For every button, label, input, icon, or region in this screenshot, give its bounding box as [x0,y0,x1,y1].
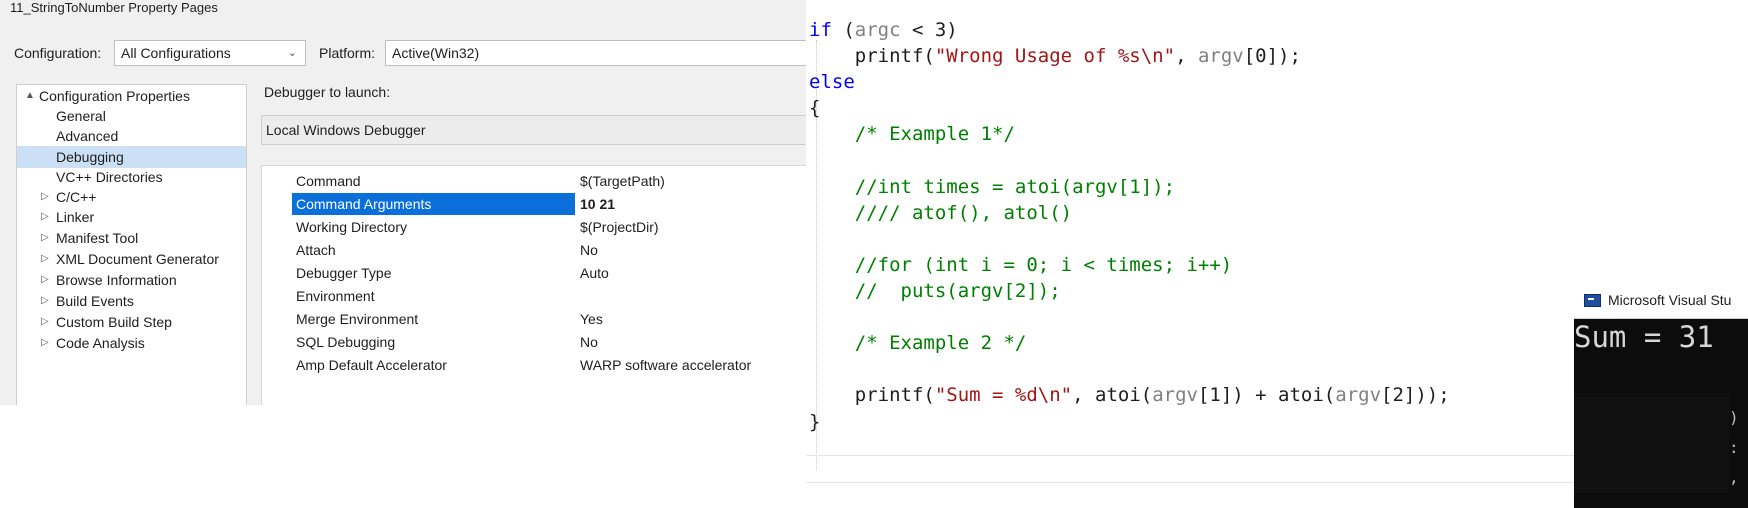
console-title-bar[interactable]: Microsoft Visual Stu [1574,283,1748,319]
property-tree: ▲ Configuration Properties General Advan… [16,84,247,405]
tree-item-linker[interactable]: ▷ Linker [17,206,246,228]
expand-icon[interactable]: ▷ [41,332,49,354]
property-name: Working Directory [296,219,407,235]
tree-item-debugging[interactable]: Debugging [17,146,246,168]
code-line[interactable]: if (argc < 3) [809,16,958,44]
code-line[interactable]: printf("Wrong Usage of %s\n", argv[0]); [809,42,1301,70]
console-output: Sum = 31 [1574,320,1714,354]
console-background-block [1574,393,1729,493]
property-row-working-directory[interactable]: Working Directory $(ProjectDir) [262,216,806,239]
configuration-select-value: All Configurations [121,45,231,61]
code-line[interactable]: else [809,68,855,96]
tree-item-label: XML Document Generator [56,251,219,267]
expand-icon[interactable]: ▷ [41,311,49,333]
expand-icon[interactable]: ▷ [41,269,49,291]
console-app-icon [1584,294,1601,307]
console-title: Microsoft Visual Stu [1608,292,1732,308]
configuration-select[interactable]: All Configurations ⌄ [114,40,306,66]
tree-item-manifest-tool[interactable]: ▷ Manifest Tool [17,227,246,249]
tree-item-configuration-properties[interactable]: ▲ Configuration Properties [17,85,246,107]
property-row-debugger-type[interactable]: Debugger Type Auto [262,262,806,285]
property-row-merge-environment[interactable]: Merge Environment Yes [262,308,806,331]
expand-icon[interactable]: ▷ [41,206,49,228]
chevron-down-icon: ⌄ [287,47,297,59]
property-value[interactable]: $(ProjectDir) [580,216,659,239]
expand-icon[interactable]: ▷ [41,290,49,312]
code-line[interactable]: //for (int i = 0; i < times; i++) [809,251,1233,279]
tree-item-label: Configuration Properties [39,88,190,104]
property-value[interactable]: $(TargetPath) [580,170,665,193]
property-name: Attach [296,242,336,258]
property-name: Environment [296,288,375,304]
code-line[interactable]: printf("Sum = %d\n", atoi(argv[1]) + ato… [809,381,1450,409]
debugger-to-launch-label: Debugger to launch: [264,84,391,100]
debugger-to-launch-select[interactable]: Local Windows Debugger [261,115,806,145]
tree-item-label: General [56,108,106,124]
property-row-amp-default-accelerator[interactable]: Amp Default Accelerator WARP software ac… [262,354,806,377]
property-value[interactable]: Yes [580,308,603,331]
tree-item-build-events[interactable]: ▷ Build Events [17,290,246,312]
code-line[interactable]: /* Example 1*/ [809,120,1015,148]
tree-item-label: Manifest Tool [56,230,139,246]
tree-item-code-analysis[interactable]: ▷ Code Analysis [17,332,246,354]
console-text-fragment: ) : , [1729,408,1739,487]
property-pages-dialog: 11_StringToNumber Property Pages Configu… [0,0,806,405]
tree-item-browse-information[interactable]: ▷ Browse Information [17,269,246,291]
code-line[interactable]: } [809,408,820,436]
property-name: Command Arguments [292,193,575,215]
platform-select-value: Active(Win32) [392,45,480,61]
console-window[interactable]: Microsoft Visual Stu Sum = 31 ) : , [1574,283,1748,508]
platform-select[interactable]: Active(Win32) ⌄ [385,40,806,66]
property-value[interactable]: No [580,239,598,262]
configuration-label: Configuration: [14,45,102,61]
property-row-command-arguments[interactable]: Command Arguments 10 21 [262,193,806,216]
expand-icon[interactable]: ▷ [41,186,49,208]
tree-item-xml-document-generator[interactable]: ▷ XML Document Generator [17,248,246,270]
tree-item-label: Debugging [56,149,124,165]
property-row-environment[interactable]: Environment [262,285,806,308]
tree-item-label: C/C++ [56,189,97,205]
property-row-sql-debugging[interactable]: SQL Debugging No [262,331,806,354]
tree-item-label: Linker [56,209,95,225]
tree-item-advanced[interactable]: Advanced [17,125,246,147]
tree-item-label: Custom Build Step [56,314,172,330]
property-row-attach[interactable]: Attach No [262,239,806,262]
collapse-icon[interactable]: ▲ [25,85,35,107]
tree-item-general[interactable]: General [17,105,246,127]
property-row-command[interactable]: Command $(TargetPath) [262,170,806,193]
tree-item-label: Code Analysis [56,335,145,351]
property-grid: Command $(TargetPath) Command Arguments … [261,165,806,405]
platform-label: Platform: [319,45,376,61]
code-line[interactable]: { [809,94,820,122]
code-line[interactable]: //// atof(), atol() [809,199,1072,227]
dialog-title: 11_StringToNumber Property Pages [10,0,218,15]
property-name: Debugger Type [296,265,392,281]
property-value[interactable]: Auto [580,262,609,285]
tree-item-custom-build-step[interactable]: ▷ Custom Build Step [17,311,246,333]
expand-icon[interactable]: ▷ [41,248,49,270]
tree-item-label: Build Events [56,293,134,309]
tree-item-c-cpp[interactable]: ▷ C/C++ [17,186,246,208]
property-value[interactable]: No [580,331,598,354]
tree-item-vc-directories[interactable]: VC++ Directories [17,166,246,188]
code-line[interactable]: // puts(argv[2]); [809,277,1061,305]
property-name: Command [296,173,361,189]
property-value[interactable]: 10 21 [580,193,615,216]
tree-item-label: VC++ Directories [56,169,163,185]
property-name: SQL Debugging [296,334,396,350]
expand-icon[interactable]: ▷ [41,227,49,249]
property-name: Amp Default Accelerator [296,357,447,373]
code-line[interactable]: /* Example 2 */ [809,329,1027,357]
property-value[interactable]: WARP software accelerator [580,354,751,377]
property-name: Merge Environment [296,311,419,327]
code-line[interactable]: //int times = atoi(argv[1]); [809,173,1175,201]
tree-item-label: Browse Information [56,272,177,288]
tree-item-label: Advanced [56,128,119,144]
